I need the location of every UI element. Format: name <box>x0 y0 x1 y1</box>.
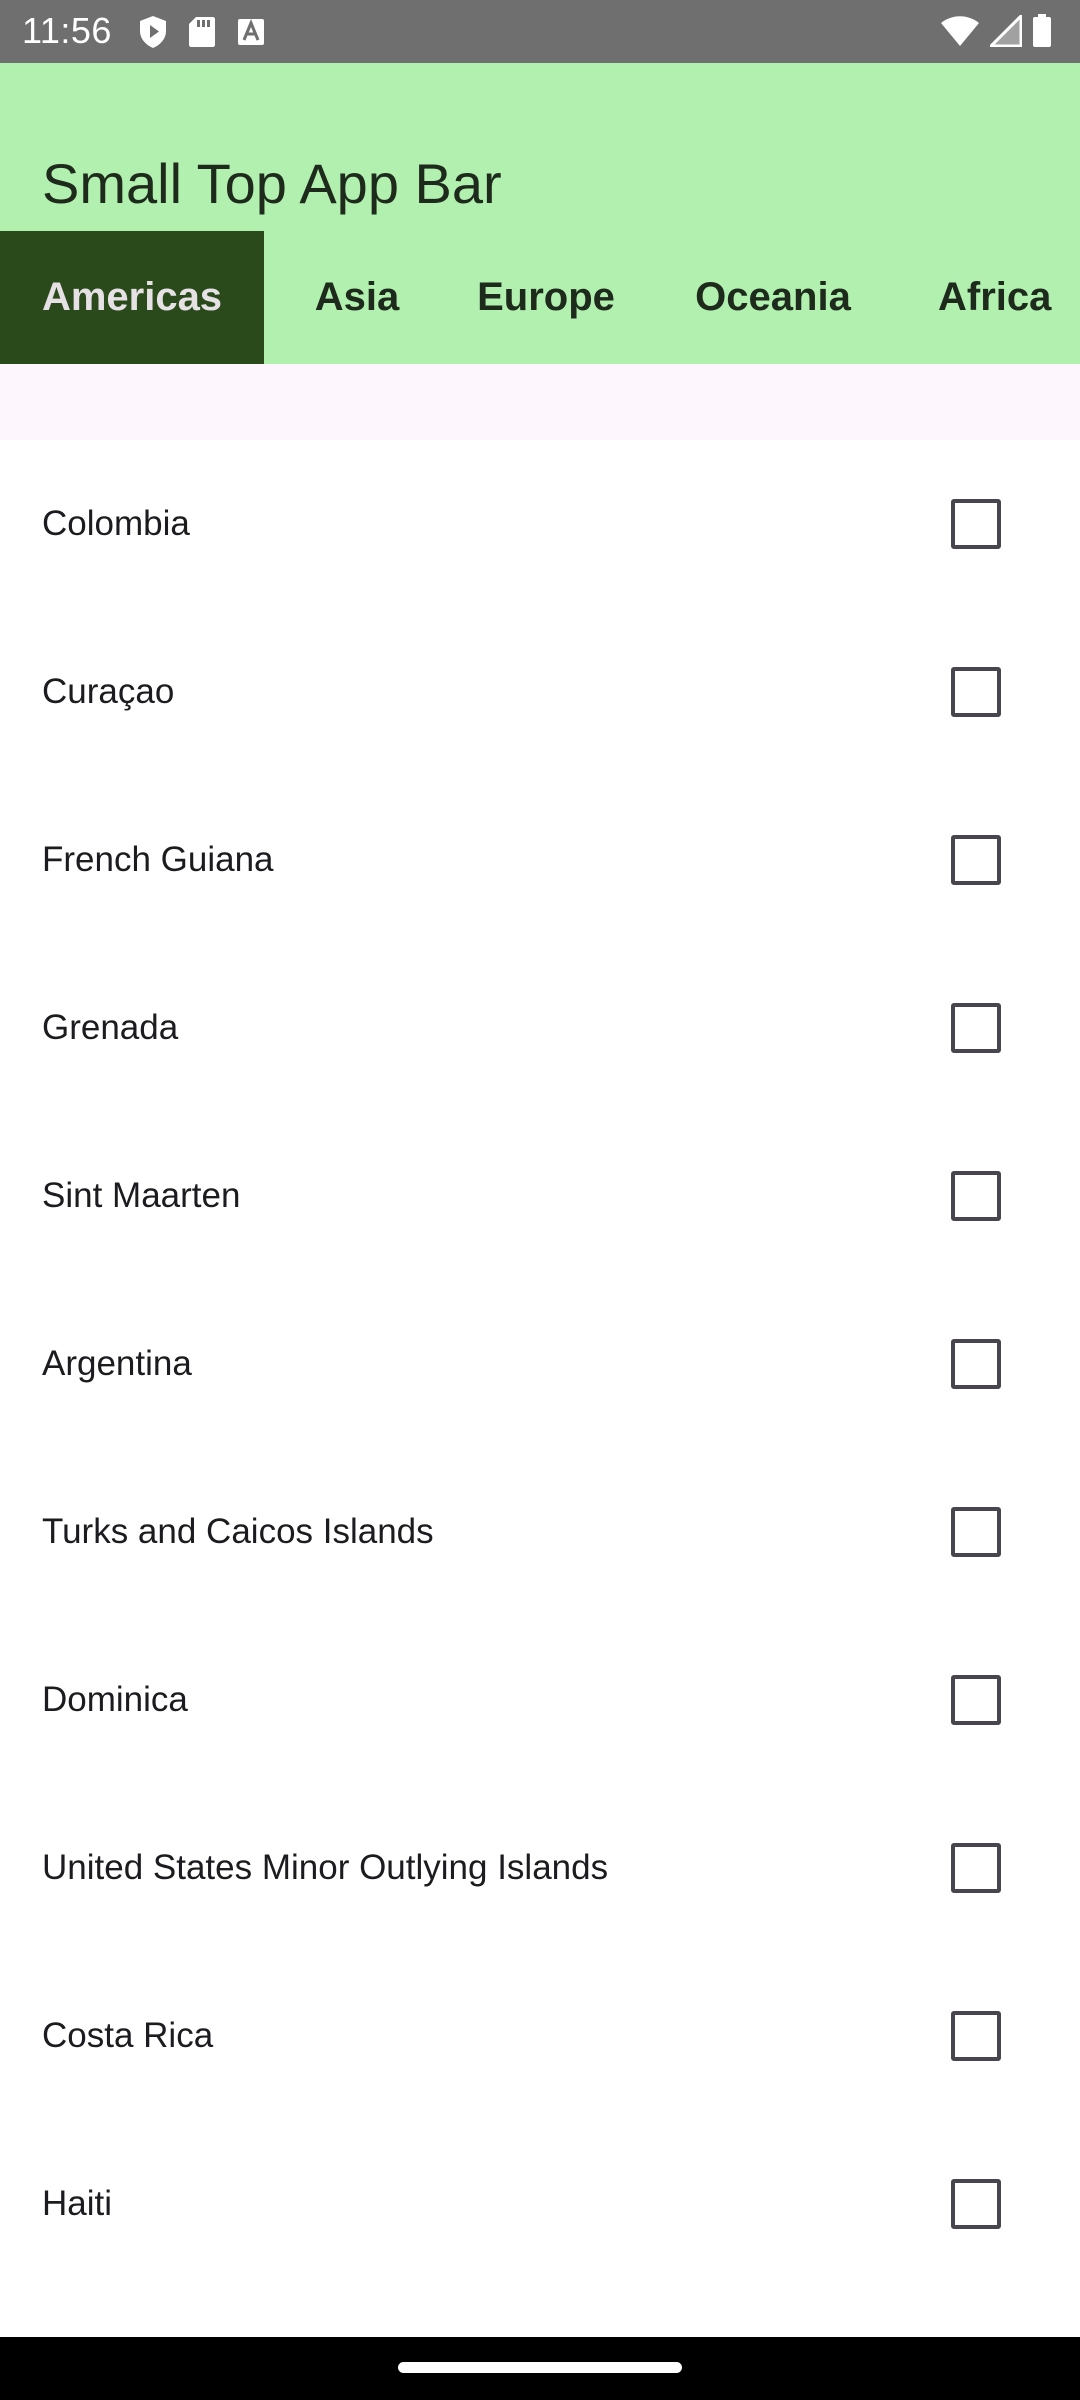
status-bar: 11:56 <box>0 0 1080 63</box>
list-item[interactable]: Costa Rica <box>0 1952 1080 2120</box>
tab-label: Africa <box>938 275 1052 319</box>
country-checkbox[interactable] <box>951 1843 1001 1893</box>
list-item[interactable]: Dominica <box>0 1616 1080 1784</box>
region-tab-row: Americas Asia Europe Oceania Africa <box>0 231 1080 364</box>
list-item[interactable]: Argentina <box>0 1280 1080 1448</box>
country-checkbox[interactable] <box>951 1339 1001 1389</box>
country-checkbox[interactable] <box>951 667 1001 717</box>
list-item[interactable]: Haiti <box>0 2120 1080 2288</box>
tab-label: Europe <box>477 275 615 319</box>
tab-label: Americas <box>41 275 223 319</box>
top-app-bar: Small Top App Bar <box>0 63 1080 231</box>
country-name: Haiti <box>42 2184 113 2223</box>
country-name: Dominica <box>42 1680 188 1719</box>
country-name: United States Minor Outlying Islands <box>42 1848 609 1887</box>
home-gesture-handle[interactable] <box>398 2362 682 2373</box>
country-name: Colombia <box>42 504 190 543</box>
tab-label: Asia <box>314 275 400 319</box>
list-item[interactable]: Grenada <box>0 944 1080 1112</box>
country-checkbox[interactable] <box>951 835 1001 885</box>
sd-card-icon <box>189 17 215 47</box>
country-checkbox[interactable] <box>951 2179 1001 2229</box>
country-name: Turks and Caicos Islands <box>42 1512 434 1551</box>
tab-europe[interactable]: Europe <box>450 231 642 364</box>
country-name: Costa Rica <box>42 2016 214 2055</box>
tab-africa[interactable]: Africa <box>904 231 1080 364</box>
system-navigation-bar <box>0 2337 1080 2400</box>
list-item[interactable]: Sint Maarten <box>0 1112 1080 1280</box>
list-item[interactable]: United States Minor Outlying Islands <box>0 1784 1080 1952</box>
country-checkbox[interactable] <box>951 1675 1001 1725</box>
list-item[interactable]: Colombia <box>0 440 1080 608</box>
country-list: Colombia Curaçao French Guiana Grenada S… <box>0 440 1080 2288</box>
list-item[interactable]: French Guiana <box>0 776 1080 944</box>
country-checkbox[interactable] <box>951 499 1001 549</box>
list-header-spacer <box>0 364 1080 440</box>
country-name: French Guiana <box>42 840 274 879</box>
tab-oceania[interactable]: Oceania <box>642 231 904 364</box>
font-a-icon <box>238 19 264 45</box>
country-checkbox[interactable] <box>951 1003 1001 1053</box>
country-checkbox[interactable] <box>951 1507 1001 1557</box>
app-bar-title: Small Top App Bar <box>42 151 502 215</box>
battery-icon <box>1033 14 1051 47</box>
country-name: Grenada <box>42 1008 179 1047</box>
wifi-icon <box>941 16 979 46</box>
country-name: Curaçao <box>42 672 175 711</box>
tab-label: Oceania <box>695 275 851 319</box>
country-name: Argentina <box>42 1344 192 1383</box>
shield-play-icon <box>140 16 166 48</box>
status-system-icons <box>940 12 1052 50</box>
country-checkbox[interactable] <box>951 1171 1001 1221</box>
list-item[interactable]: Turks and Caicos Islands <box>0 1448 1080 1616</box>
tab-asia[interactable]: Asia <box>264 231 450 364</box>
country-checkbox[interactable] <box>951 2011 1001 2061</box>
status-notification-icons <box>138 14 266 50</box>
country-name: Sint Maarten <box>42 1176 241 1215</box>
list-item[interactable]: Curaçao <box>0 608 1080 776</box>
tab-americas[interactable]: Americas <box>0 231 264 364</box>
status-time: 11:56 <box>22 10 112 51</box>
cellular-signal-icon <box>990 15 1022 47</box>
